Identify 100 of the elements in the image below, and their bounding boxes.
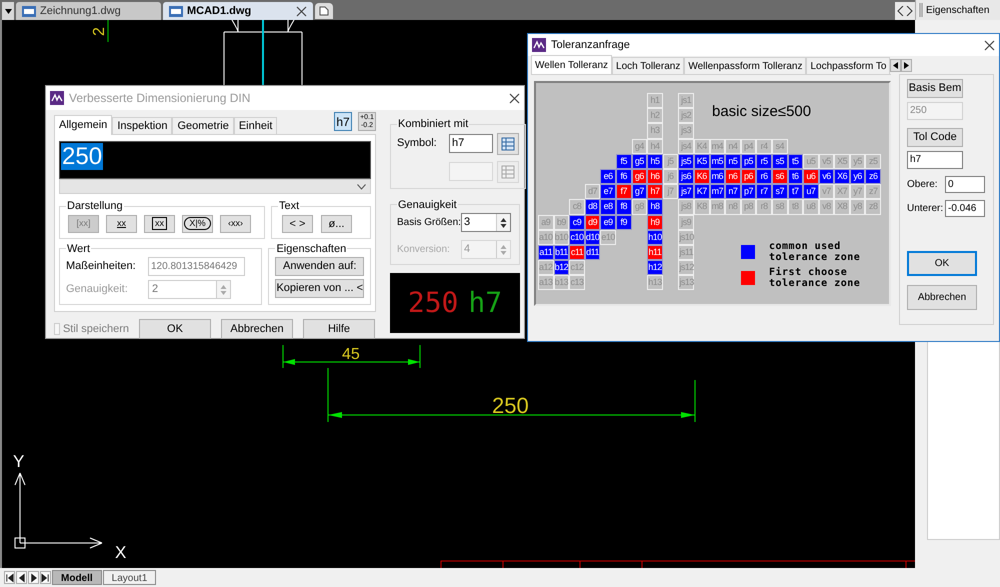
layout-nav-button[interactable] xyxy=(28,571,39,584)
tolerance-cell[interactable]: c10 xyxy=(569,230,585,245)
display-style-button[interactable]: X|% xyxy=(182,214,213,232)
tolerance-cell[interactable]: u6 xyxy=(803,168,819,184)
tolerance-cell[interactable]: e7 xyxy=(600,184,616,200)
tolerance-cell[interactable]: n5 xyxy=(725,154,741,169)
layout-tab[interactable]: Layout1 xyxy=(102,570,156,585)
number-field[interactable]: -0.046 xyxy=(945,200,985,217)
tolerance-code-button[interactable]: Tol Code xyxy=(907,128,963,147)
text-symbol-button[interactable]: ø... xyxy=(321,214,352,232)
tolerance-cell[interactable]: p7 xyxy=(740,184,756,200)
field-label: Konversion: xyxy=(397,243,451,257)
tolerance-cell[interactable]: f7 xyxy=(616,184,632,200)
chart-title: basic size≤500 xyxy=(712,102,812,122)
dialog-tab[interactable]: Lochpassform To xyxy=(806,57,890,74)
tolerance-cell[interactable]: h6 xyxy=(647,168,663,184)
tolerance-cell[interactable]: X6 xyxy=(834,168,850,184)
tolerance-code-field[interactable]: h7 xyxy=(907,151,963,169)
tolerance-cell[interactable]: n6 xyxy=(725,168,741,184)
dialog-tab[interactable]: Wellenpassform Tolleranz xyxy=(684,57,806,74)
symbol-field[interactable]: h7 xyxy=(449,134,493,153)
legend-label: First choose tolerance zone xyxy=(769,267,862,289)
tab-scroll-button[interactable] xyxy=(895,2,915,20)
text-editor[interactable]: 250 xyxy=(59,141,371,179)
text-symbol-button[interactable]: < > xyxy=(282,214,313,232)
dialog-tab[interactable]: Wellen Tolleranz xyxy=(531,55,612,74)
grip-icon[interactable] xyxy=(919,3,923,17)
field-label: Obere: xyxy=(907,178,939,192)
axis-label: Y xyxy=(13,452,24,471)
layout-nav-button[interactable] xyxy=(40,571,51,584)
tolerance-cell[interactable]: h5 xyxy=(647,154,663,169)
dialog-button[interactable]: OK xyxy=(139,319,211,339)
dialog-button[interactable]: Abbrechen xyxy=(907,285,977,310)
scroll-right-button[interactable] xyxy=(901,59,912,72)
dialog-tab[interactable]: Loch Tolleranz xyxy=(612,57,684,74)
dialog-button[interactable]: Abbrechen xyxy=(221,319,293,339)
tolerance-cell[interactable]: h7 xyxy=(647,184,663,200)
tolerance-cell[interactable]: u7 xyxy=(803,184,819,200)
tolerance-cell[interactable]: h8 xyxy=(647,199,663,214)
tolerance-cell[interactable]: f8 xyxy=(616,199,632,214)
tolerance-cell[interactable]: e9 xyxy=(600,214,616,230)
dialog-tab[interactable]: Geometrie xyxy=(172,117,234,134)
display-style-button[interactable]: ‹xx› xyxy=(220,214,251,232)
tolerance-cell[interactable]: g7 xyxy=(632,184,648,200)
tolerance-cell[interactable]: z6 xyxy=(865,168,882,184)
tolerance-cell[interactable]: f5 xyxy=(616,154,632,169)
tolerance-cell[interactable]: K7 xyxy=(694,184,710,200)
dialog-tab[interactable]: Einheit xyxy=(234,117,278,134)
tolerance-cell[interactable]: h9 xyxy=(647,214,663,230)
text-field[interactable]: 120.801315846429 xyxy=(148,257,245,276)
dropdown-field[interactable] xyxy=(59,179,371,194)
app-logo-icon xyxy=(50,91,64,105)
nav-arrow-icon xyxy=(5,572,14,582)
chevron-down-icon xyxy=(357,184,366,190)
tolerance-cell[interactable]: t7 xyxy=(788,184,804,200)
tolerance-cell[interactable]: c11 xyxy=(569,244,585,260)
tab-list-button[interactable] xyxy=(2,2,14,20)
close-icon[interactable] xyxy=(984,40,995,50)
number-field[interactable]: 0 xyxy=(945,176,985,193)
dialog-button[interactable]: OK xyxy=(907,251,977,276)
dimension-text: 250 xyxy=(492,393,529,418)
dialog-tab[interactable]: Inspektion xyxy=(112,117,172,134)
tolerance-cell[interactable]: h12 xyxy=(647,260,663,276)
display-style-button[interactable]: xx xyxy=(106,214,137,232)
tolerance-cell[interactable]: e6 xyxy=(600,168,616,184)
properties-button[interactable]: Anwenden auf: xyxy=(275,257,364,276)
tolerance-cell[interactable]: t5 xyxy=(788,154,804,169)
tolerance-cell[interactable]: a11 xyxy=(538,244,554,260)
tolerance-cell[interactable]: d8 xyxy=(584,199,600,214)
layout-nav-button[interactable] xyxy=(4,571,15,584)
tolerance-cell[interactable]: s7 xyxy=(772,184,788,200)
tolerance-cell[interactable]: h11 xyxy=(647,244,663,260)
document-tab[interactable]: MCAD1.dwg xyxy=(163,2,313,20)
dialog-tab[interactable]: Allgemein xyxy=(54,115,112,135)
dimension-text: 45 xyxy=(342,346,360,363)
tolerance-cell[interactable]: h10 xyxy=(647,230,663,245)
tolerance-cell[interactable]: e8 xyxy=(600,199,616,214)
basis-size-button[interactable]: Basis Bem xyxy=(907,79,963,98)
group-title: Wert xyxy=(66,242,92,256)
close-icon[interactable] xyxy=(296,6,307,16)
tolerance-cell[interactable]: r7 xyxy=(756,184,772,200)
tolerance-mode-button[interactable]: h7 xyxy=(334,112,352,131)
scroll-left-button[interactable] xyxy=(890,59,902,72)
tolerance-cell[interactable]: c9 xyxy=(569,214,585,230)
tolerance-cell[interactable]: n7 xyxy=(725,184,741,200)
properties-button[interactable]: Kopieren von ... < xyxy=(275,279,364,298)
tolerance-cell[interactable]: m7 xyxy=(710,184,726,200)
document-tab[interactable]: Zeichnung1.dwg xyxy=(16,2,161,20)
tolerance-cell[interactable]: r5 xyxy=(756,154,772,169)
tolerance-cell[interactable]: r6 xyxy=(756,168,772,184)
close-icon[interactable] xyxy=(509,92,520,104)
dialog-button[interactable]: Hilfe xyxy=(303,319,375,339)
layout-tab[interactable]: Modell xyxy=(52,570,102,585)
tolerance-cell[interactable]: js5 xyxy=(678,154,694,169)
tolerance-cell[interactable]: js7 xyxy=(678,184,694,200)
new-tab-button[interactable] xyxy=(315,3,333,19)
tolerance-cell[interactable]: js6 xyxy=(678,168,694,184)
symbol-picker-button[interactable] xyxy=(497,132,519,154)
display-style-button[interactable]: xx xyxy=(144,214,175,232)
layout-nav-button[interactable] xyxy=(16,571,27,584)
